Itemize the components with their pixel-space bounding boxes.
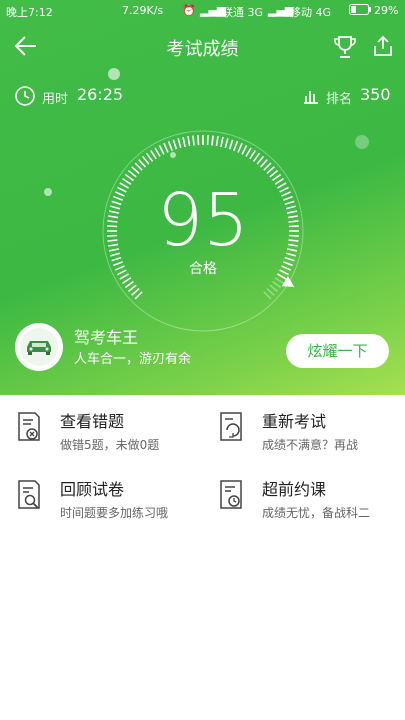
gauge-tick xyxy=(177,138,182,149)
gauge-tick xyxy=(187,136,191,147)
gauge-tick xyxy=(211,135,214,146)
car-icon xyxy=(20,328,58,366)
retake-exam-icon xyxy=(217,410,247,444)
gauge-tick xyxy=(124,280,134,289)
battery-icon xyxy=(349,4,371,18)
gauge-tick xyxy=(154,147,161,157)
rank-stat: 排名 350 xyxy=(302,85,402,107)
gauge-tick xyxy=(206,135,209,146)
action-retake-exam[interactable]: 重新考试 成绩不满意？再战 xyxy=(217,410,405,468)
action-book-lesson[interactable]: 超前约课 成绩无忧，备战科二 xyxy=(217,478,405,536)
time-stat: 用时 26:25 xyxy=(14,85,134,107)
nav-bar: 考试成绩 xyxy=(0,22,405,70)
gauge-tick xyxy=(237,142,243,153)
action-subtitle: 做错5题，未做0题 xyxy=(60,438,160,452)
gauge-tick xyxy=(163,142,169,153)
gauge-tick xyxy=(215,136,219,147)
time-value: 26:25 xyxy=(77,85,124,104)
car-avatar xyxy=(15,323,63,371)
gauge-tick xyxy=(249,150,256,160)
gauge-tick xyxy=(131,287,140,296)
gauge-tick xyxy=(138,159,147,168)
action-title: 查看错题 xyxy=(60,412,125,431)
gauge-tick xyxy=(269,169,279,178)
gauge-tick xyxy=(150,150,157,160)
network-speed: 7.29K/s xyxy=(122,4,164,17)
gauge-tick xyxy=(233,141,239,151)
book-lesson-icon xyxy=(217,478,247,512)
gauge-tick xyxy=(122,277,132,284)
gauge-tick xyxy=(266,287,275,296)
decor-dot xyxy=(355,135,369,149)
action-title: 超前约课 xyxy=(262,480,327,499)
time-label: 用时 xyxy=(42,92,69,107)
gauge-tick xyxy=(127,169,137,178)
gauge-tick xyxy=(158,145,165,155)
wrong-questions-icon xyxy=(15,410,45,444)
gauge-tick xyxy=(224,138,229,149)
gauge-tick xyxy=(167,141,173,151)
rank-value: 350 xyxy=(360,85,391,104)
action-subtitle: 成绩无忧，备战科二 xyxy=(262,506,371,520)
gauge-tick xyxy=(269,284,279,293)
share-icon[interactable] xyxy=(371,34,395,58)
gauge-tick xyxy=(145,152,154,162)
score-value: 95 xyxy=(157,178,249,262)
gauge-tick xyxy=(172,139,178,150)
gauge-tick xyxy=(252,152,261,162)
battery-level: 29% xyxy=(374,4,399,17)
action-wrong-questions[interactable]: 查看错题 做错5题，未做0题 xyxy=(15,410,205,468)
gauge-tick xyxy=(256,155,265,165)
gauge-tick xyxy=(228,139,234,150)
gauge-tick xyxy=(134,291,143,300)
gauge-tick xyxy=(192,135,195,146)
user-subtitle: 人车合一，游刃有余 xyxy=(74,352,192,367)
carrier-2: 移动 4G xyxy=(290,6,332,19)
gauge-tick xyxy=(131,166,140,175)
gauge-tick xyxy=(245,147,252,157)
pass-status: 合格 xyxy=(189,261,217,277)
brag-button[interactable]: 炫耀一下 xyxy=(286,334,389,368)
action-subtitle: 成绩不满意？再战 xyxy=(262,438,359,452)
action-review-paper[interactable]: 回顾试卷 时间题要多加练习哦 xyxy=(15,478,205,536)
gauge-tick xyxy=(259,159,268,168)
rank-label: 排名 xyxy=(326,92,353,107)
user-title: 驾考车王 xyxy=(74,328,139,347)
decor-dot xyxy=(44,188,52,196)
gauge-tick xyxy=(127,284,137,293)
gauge-tick xyxy=(134,162,143,171)
gauge-tick xyxy=(220,136,224,148)
gauge-tick xyxy=(274,277,284,284)
gauge-tick xyxy=(197,135,200,146)
gauge-tick xyxy=(182,136,186,148)
gauge-tick xyxy=(141,155,150,165)
gauge-tick xyxy=(266,166,275,175)
review-paper-icon xyxy=(15,478,45,512)
gauge-tick xyxy=(272,280,282,289)
result-header: 晚上7:12 7.29K/s ⏰ ▂▄▆ 联通 3G ▂▄▆ 移动 4G 29%… xyxy=(0,0,405,395)
gauge-tick xyxy=(241,145,248,155)
gauge-tick xyxy=(263,291,272,300)
trophy-icon[interactable] xyxy=(332,34,358,60)
action-title: 重新考试 xyxy=(262,412,327,431)
action-title: 回顾试卷 xyxy=(60,480,125,499)
alarm-icon: ⏰ xyxy=(182,4,196,17)
action-subtitle: 时间题要多加练习哦 xyxy=(60,506,169,520)
carrier-1: 联通 3G xyxy=(222,6,264,19)
gauge-tick xyxy=(263,162,272,171)
status-bar: 晚上7:12 7.29K/s ⏰ ▂▄▆ 联通 3G ▂▄▆ 移动 4G 29% xyxy=(0,0,405,22)
status-time: 晚上7:12 xyxy=(6,6,53,19)
bar-chart-icon xyxy=(304,91,318,104)
clock-icon xyxy=(15,86,35,106)
